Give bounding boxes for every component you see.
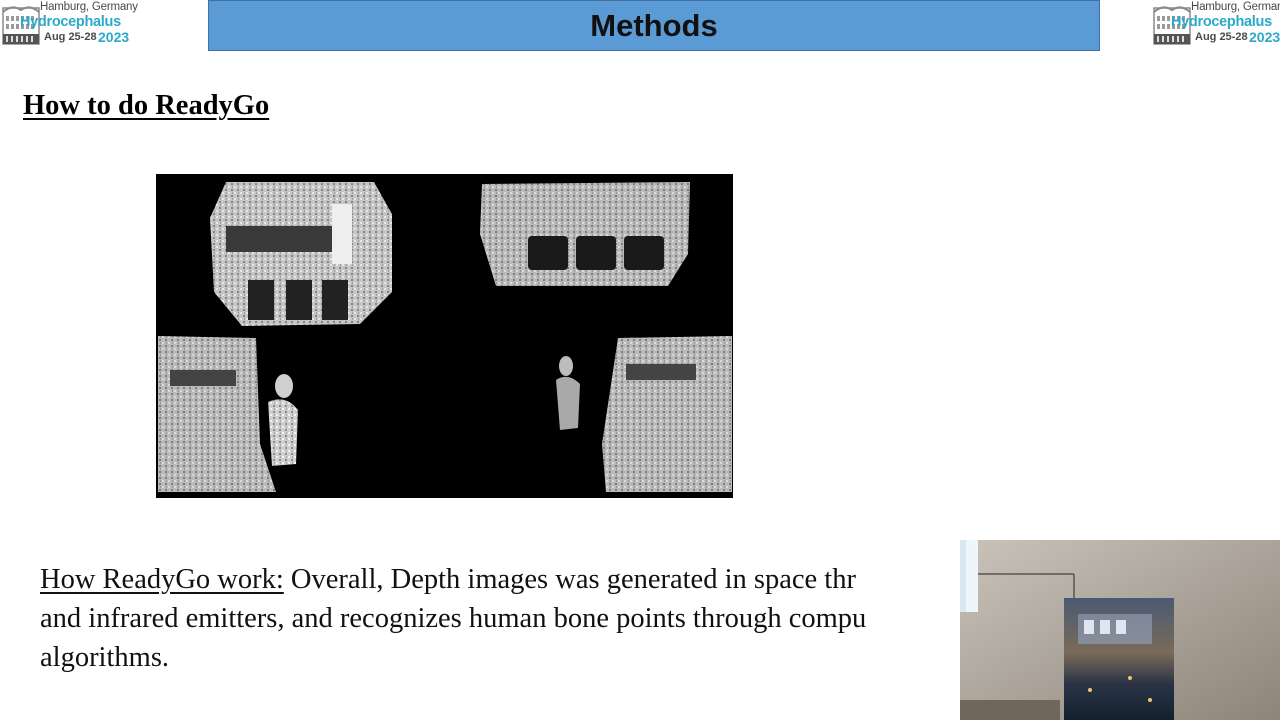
body-lead: How ReadyGo work:: [40, 564, 284, 595]
logo-year: 2023: [1249, 29, 1280, 45]
logo-name: Hydrocephalus: [20, 14, 121, 30]
presenter-webcam-overlay: [960, 540, 1280, 720]
body-line-3: algorithms.: [40, 642, 170, 673]
depth-point-cloud-icon: [156, 174, 733, 498]
body-line-1-rest: Overall, Depth images was generated in s…: [283, 564, 856, 595]
conference-logo-right: Hamburg, Germany Hydrocephalus Aug 25-28…: [1151, 0, 1280, 50]
webcam-video-icon: [960, 540, 1280, 720]
logo-year: 2023: [98, 29, 130, 45]
logo-dates: Aug 25-28: [1195, 31, 1248, 43]
conference-logo-left: Hamburg, Germany Hydrocephalus Aug 25-28…: [0, 0, 138, 50]
logo-dates: Aug 25-28: [44, 31, 97, 43]
logo-city: Hamburg, Germany: [40, 1, 138, 13]
depth-images-figure: [156, 174, 733, 498]
body-text: How ReadyGo work: Overall, Depth images …: [40, 560, 970, 677]
logo-name: Hydrocephalus: [1171, 14, 1272, 30]
body-line-2: and infrared emitters, and recognizes hu…: [40, 603, 867, 634]
body-line-1: How ReadyGo work: Overall, Depth images …: [40, 560, 970, 599]
slide-title: Methods: [590, 7, 718, 43]
logo-city: Hamburg, Germany: [1191, 1, 1280, 13]
slide-subtitle: How to do ReadyGo: [23, 90, 270, 121]
slide-title-bar: Methods: [208, 0, 1100, 51]
